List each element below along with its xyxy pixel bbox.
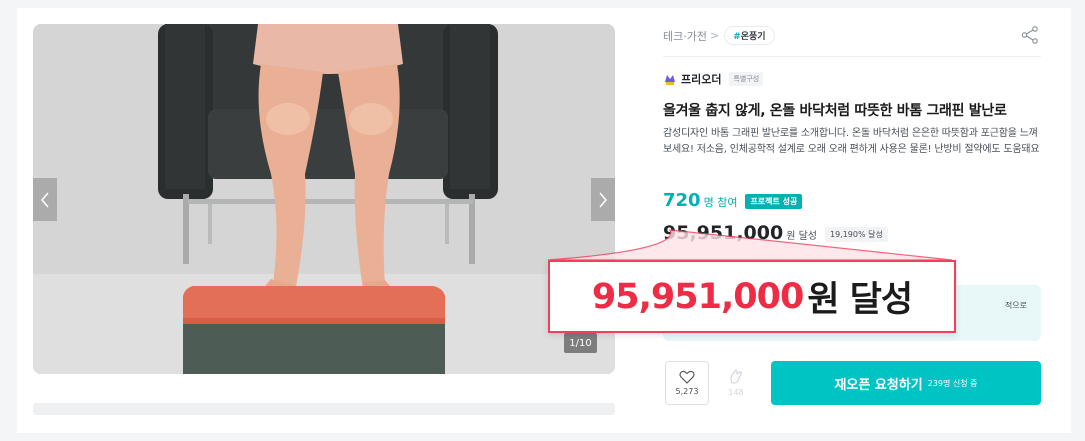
cheer-count: 148: [728, 388, 744, 397]
reopen-request-button[interactable]: 재오픈 요청하기 239명 신청 중: [771, 361, 1041, 405]
product-gallery[interactable]: [33, 24, 615, 374]
wish-count: 5,273: [675, 387, 699, 396]
tag-label: 온풍기: [740, 32, 766, 42]
breadcrumb: 테크·가전 > #온풍기: [663, 26, 775, 45]
project-title: 올겨울 춥지 않게, 온돌 바닥처럼 따뜻한 바톰 그래핀 발난로: [663, 103, 1007, 119]
highlight-callout: 95,951,000 원 달성: [548, 260, 956, 333]
cheer-button[interactable]: 148: [714, 361, 758, 405]
project-description: 감성디자인 바톰 그래핀 발난로를 소개합니다. 온돌 바닥처럼 은은한 따뜻함…: [663, 128, 1040, 155]
clap-icon: [730, 369, 743, 384]
share-icon[interactable]: [1020, 25, 1040, 45]
tag-hash: #: [733, 32, 741, 42]
notice-text: 적으로: [1004, 301, 1027, 310]
gallery-prev-button[interactable]: [33, 178, 57, 221]
wish-button[interactable]: 5,273: [665, 361, 709, 405]
maker-badge: 특별구성: [729, 72, 764, 86]
reopen-sub: 239명 신청 중: [927, 378, 978, 388]
heart-icon: [679, 370, 695, 384]
gallery-counter: 1/10: [564, 333, 597, 353]
maker-row[interactable]: 프리오더 특별구성: [663, 71, 764, 87]
maker-name[interactable]: 프리오더: [681, 71, 721, 87]
chevron-right-icon: [599, 192, 607, 207]
thumbnail-strip: [33, 403, 615, 415]
breadcrumb-separator: >: [709, 29, 720, 42]
callout-suffix: 원 달성: [807, 280, 913, 320]
participants-count: 720: [663, 190, 701, 211]
success-badge: 프로젝트 성공: [745, 194, 803, 209]
header-divider: [663, 56, 1041, 57]
breadcrumb-category[interactable]: 테크·가전: [663, 28, 707, 44]
maker-logo-icon: [665, 75, 675, 85]
chevron-left-icon: [41, 192, 49, 207]
participants-stat: 720 명 참여 프로젝트 성공: [663, 190, 803, 211]
category-tag[interactable]: #온풍기: [724, 26, 775, 45]
gallery-next-button[interactable]: [591, 178, 615, 221]
product-image: [33, 24, 615, 374]
callout-amount: 95,951,000: [591, 276, 804, 317]
reopen-label: 재오픈 요청하기: [834, 377, 923, 393]
participants-unit: 명 참여: [703, 196, 738, 209]
